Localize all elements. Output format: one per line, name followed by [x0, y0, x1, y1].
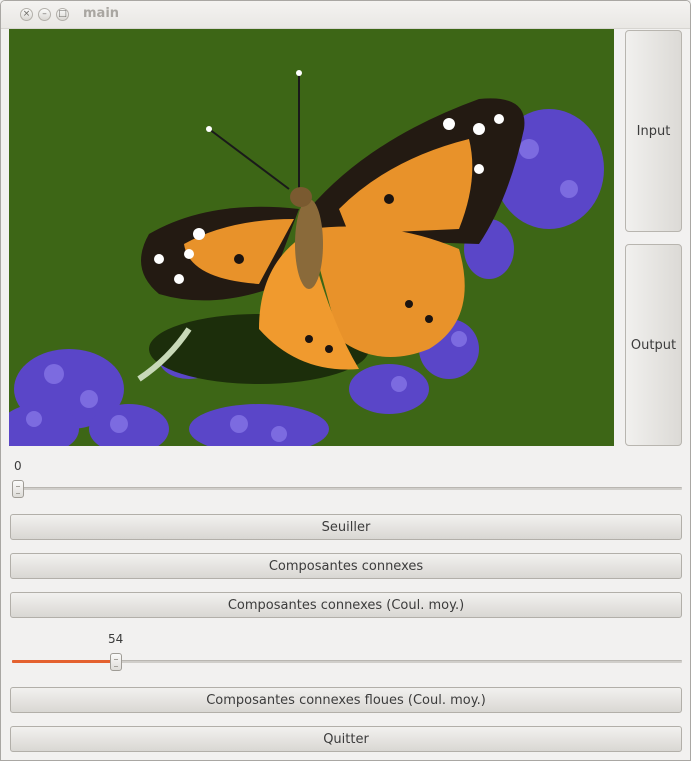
image-display [9, 29, 614, 446]
main-window: × – □ main Input Output 0 Seuiller Compo… [0, 0, 691, 761]
slider2-fill [12, 660, 116, 663]
input-button[interactable]: Input [625, 30, 682, 232]
output-button[interactable]: Output [625, 244, 682, 446]
slider2-value: 54 [108, 632, 124, 646]
seuiller-button[interactable]: Seuiller [10, 514, 682, 540]
slider1-value: 0 [14, 459, 22, 473]
close-icon[interactable]: × [20, 8, 33, 21]
slider1-track[interactable] [12, 487, 682, 490]
quitter-button[interactable]: Quitter [10, 726, 682, 752]
butterfly-image [9, 70, 604, 446]
slider2-handle[interactable] [110, 653, 122, 671]
composantes-connexes-button[interactable]: Composantes connexes [10, 553, 682, 579]
slider1-handle[interactable] [12, 480, 24, 498]
maximize-icon[interactable]: □ [56, 8, 69, 21]
titlebar: × – □ main [1, 1, 690, 29]
composantes-connexes-floues-button[interactable]: Composantes connexes floues (Coul. moy.) [10, 687, 682, 713]
window-title: main [83, 6, 120, 21]
minimize-icon[interactable]: – [38, 8, 51, 21]
composantes-connexes-moy-button[interactable]: Composantes connexes (Coul. moy.) [10, 592, 682, 618]
